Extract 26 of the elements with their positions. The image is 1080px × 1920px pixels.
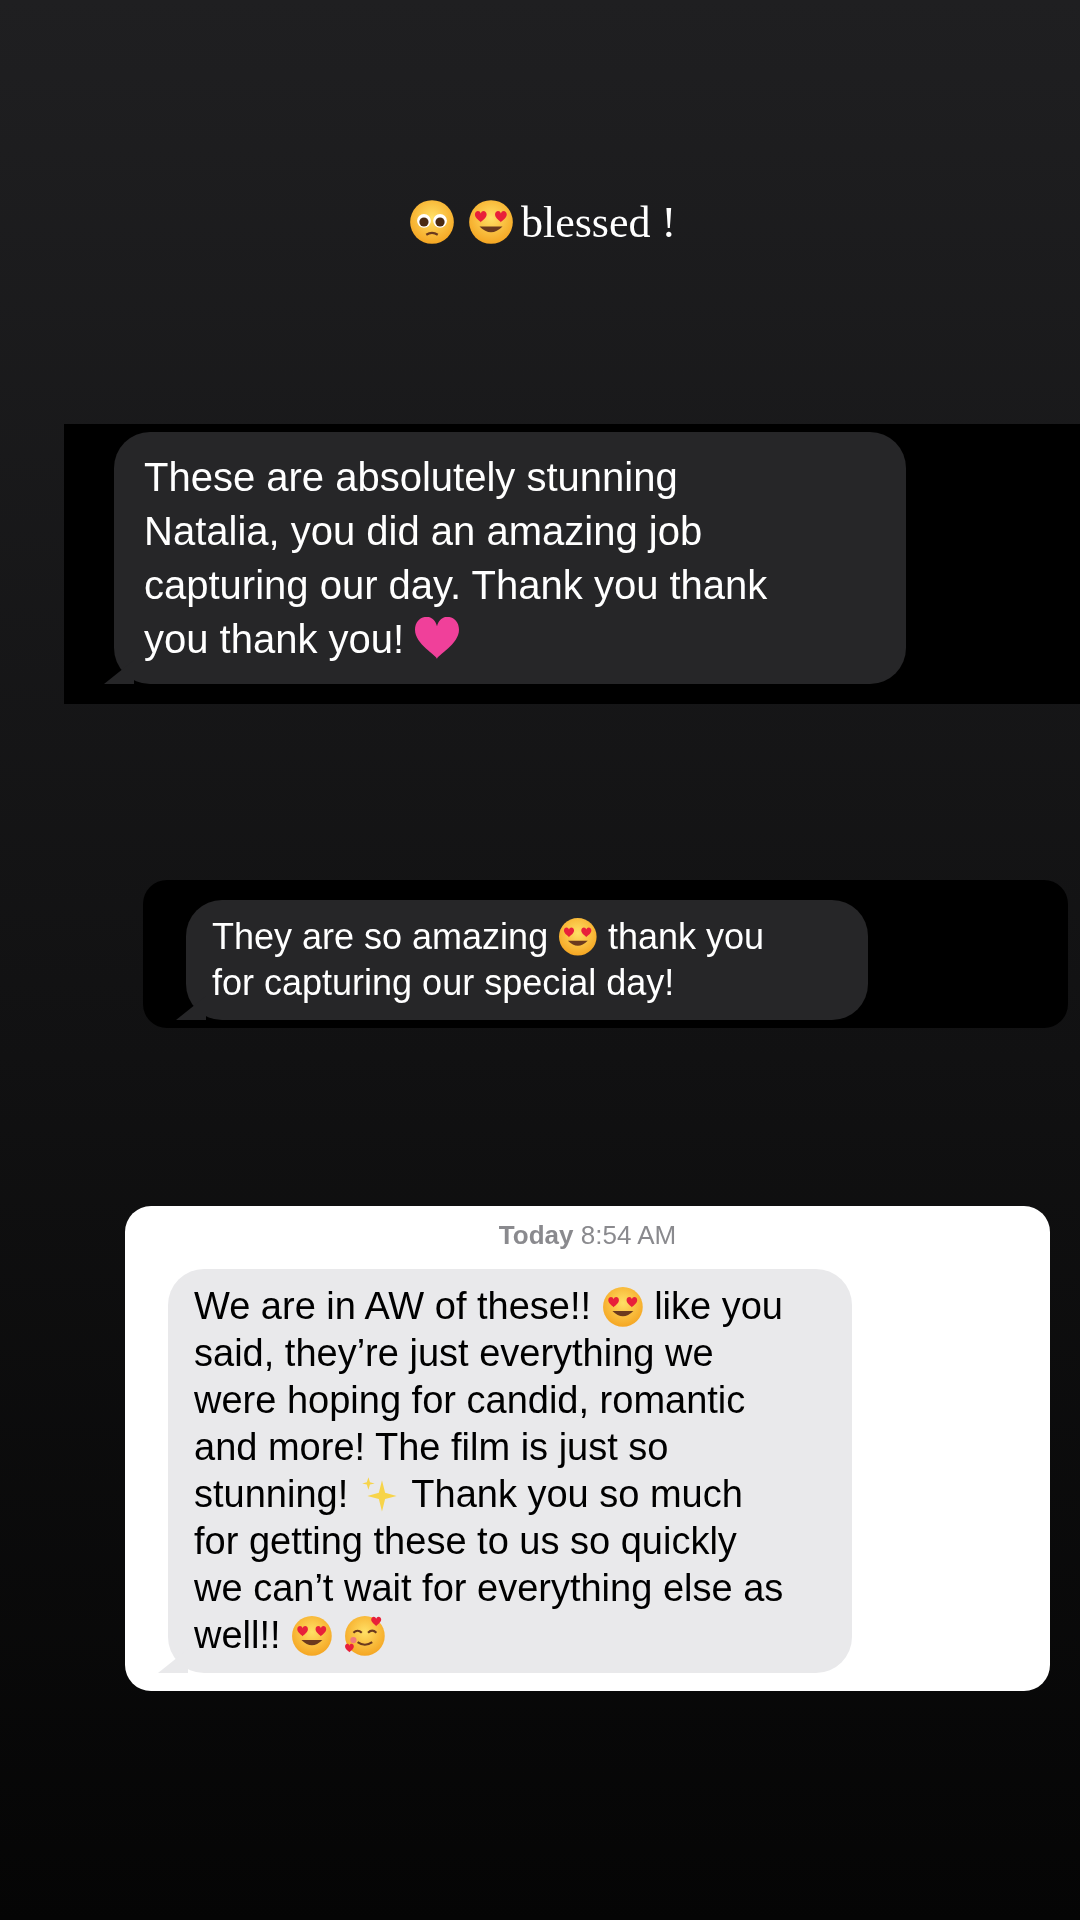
message-text: Natalia, you did an amazing job: [144, 508, 703, 555]
heart-eyes-face-icon: [601, 1285, 644, 1328]
message-text: and more! The film is just so: [194, 1425, 669, 1470]
message-text: for getting these to us so quickly: [194, 1519, 737, 1564]
message-text: we can’t wait for everything else as: [194, 1566, 784, 1611]
heart-eyes-face-icon: [558, 917, 598, 957]
message-text: thank you: [607, 915, 765, 959]
message-text: for capturing our special day!: [212, 961, 675, 1005]
message-text: Thank you so much: [411, 1472, 743, 1517]
heart-eyes-face-icon: [291, 1614, 333, 1657]
pleading-face-icon: [409, 199, 456, 245]
message-text: well!!: [194, 1613, 281, 1658]
message-text: capturing our day. Thank you thank: [144, 562, 768, 609]
heart-eyes-face-icon: [467, 199, 514, 245]
message-timestamp: Today 8:54 AM: [497, 1220, 678, 1251]
message-text: stunning!: [194, 1472, 349, 1517]
message-text: They are so amazing: [212, 915, 549, 959]
message-text: We are in AW of these!!: [194, 1284, 592, 1329]
message-text: you thank you!: [144, 616, 405, 663]
message-text: like you: [654, 1284, 783, 1329]
message-text: were hoping for candid, romantic: [194, 1378, 746, 1423]
message-text: said, they’re just everything we: [194, 1331, 714, 1376]
message-text: These are absolutely stunning: [144, 454, 678, 501]
smiling-face-with-hearts-icon: [343, 1614, 386, 1657]
heart-icon: [415, 617, 460, 661]
caption-text: blessed !: [520, 196, 677, 248]
